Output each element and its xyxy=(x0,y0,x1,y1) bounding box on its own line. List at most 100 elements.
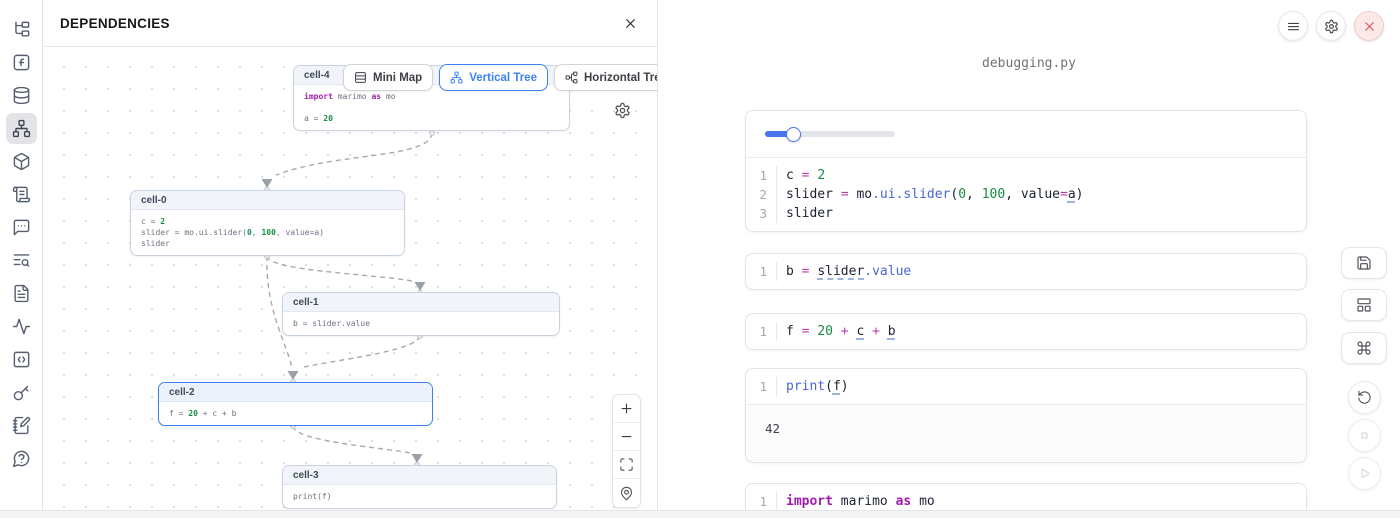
line-numbers: 1 xyxy=(746,322,777,341)
dependencies-icon xyxy=(12,119,31,138)
sidebar-item-dependencies[interactable] xyxy=(6,113,37,144)
sidebar-item-documentation[interactable] xyxy=(6,278,37,309)
notebook-filename: debugging.py xyxy=(658,56,1400,71)
code-editor[interactable]: 1f = 20 + c + b xyxy=(746,314,1306,349)
node-title: cell-3 xyxy=(283,466,556,485)
explorer-icon xyxy=(12,20,31,39)
close-panel-button[interactable] xyxy=(619,12,641,34)
node-code: c = 2slider = mo.ui.slider(0, 100, value… xyxy=(131,210,404,255)
graph-settings-button[interactable] xyxy=(614,100,634,120)
code-lines: c = 2slider = mo.ui.slider(0, 100, value… xyxy=(777,166,1083,223)
logs-icon xyxy=(12,185,31,204)
snippets-icon xyxy=(12,350,31,369)
sidebar-item-chat[interactable] xyxy=(6,212,37,243)
dependency-graph-canvas[interactable]: Mini MapVertical TreeHorizontal Tree cel… xyxy=(44,47,657,518)
node-title: cell-1 xyxy=(283,293,559,312)
graph-zoom-controls xyxy=(612,394,641,508)
sidebar-item-explorer[interactable] xyxy=(6,14,37,45)
gear-icon xyxy=(1324,19,1339,34)
bottom-statusbar xyxy=(0,510,1400,518)
node-title: cell-2 xyxy=(159,383,432,402)
cell-output-area xyxy=(746,111,1306,158)
view-button-vertical-tree[interactable]: Vertical Tree xyxy=(439,64,548,91)
center-node-icon xyxy=(619,486,634,501)
tracing-icon xyxy=(12,317,31,336)
outline-search-icon xyxy=(12,251,31,270)
zoom-in-icon xyxy=(619,401,634,416)
save-button[interactable] xyxy=(1341,247,1387,279)
stop-button[interactable] xyxy=(1348,419,1381,452)
node-code: print(f) xyxy=(283,485,556,508)
marimo-app: DEPENDENCIES Mini MapVertical TreeHorizo… xyxy=(0,0,1400,518)
zoom-in-button[interactable] xyxy=(613,395,640,423)
undo-button[interactable] xyxy=(1348,381,1381,414)
code-editor[interactable]: 1print(f) xyxy=(746,369,1306,404)
chat-icon xyxy=(12,218,31,237)
sidebar-item-packages[interactable] xyxy=(6,146,37,177)
view-button-horizontal-tree[interactable]: Horizontal Tree xyxy=(554,64,657,91)
sidebar-item-scratchpad[interactable] xyxy=(6,410,37,441)
undo-icon xyxy=(1357,390,1372,405)
notebook-panel: debugging.py 123c = 2slider = mo.ui.slid… xyxy=(657,0,1400,518)
graph-view-switcher: Mini MapVertical TreeHorizontal Tree xyxy=(343,64,657,91)
code-editor[interactable]: 123c = 2slider = mo.ui.slider(0, 100, va… xyxy=(746,158,1306,231)
gear-icon xyxy=(614,102,634,119)
sidebar-item-secrets[interactable] xyxy=(6,377,37,408)
floppy-icon xyxy=(1356,255,1372,271)
fit-view-icon xyxy=(619,457,634,472)
notebook-settings-button[interactable] xyxy=(1316,11,1346,41)
helper-sidebar xyxy=(0,0,43,518)
sidebar-item-variables[interactable] xyxy=(6,47,37,78)
sidebar-item-datasources[interactable] xyxy=(6,80,37,111)
node-title: cell-0 xyxy=(131,191,404,210)
node-code: import marimo as mo a = 20 xyxy=(294,85,569,130)
layout-button[interactable] xyxy=(1341,289,1387,321)
stopsq-icon xyxy=(1357,428,1372,443)
help-icon xyxy=(12,449,31,468)
panels-icon xyxy=(1356,297,1372,313)
sidebar-item-snippets[interactable] xyxy=(6,344,37,375)
center-node-button[interactable] xyxy=(613,479,640,507)
notebook-menu-button[interactable] xyxy=(1278,11,1308,41)
node-code: b = slider.value xyxy=(283,312,559,335)
code-editor[interactable]: 1b = slider.value xyxy=(746,254,1306,289)
line-numbers: 123 xyxy=(746,166,777,223)
close-icon xyxy=(623,16,638,31)
documentation-icon xyxy=(12,284,31,303)
sidebar-item-tracing[interactable] xyxy=(6,311,37,342)
variables-icon xyxy=(12,53,31,72)
network-icon xyxy=(450,71,463,84)
graph-node-cell-0[interactable]: cell-0c = 2slider = mo.ui.slider(0, 100,… xyxy=(130,190,405,256)
zoom-out-icon xyxy=(619,429,634,444)
notebook-cell-print-cell: 1print(f)42 xyxy=(745,368,1307,463)
run-button[interactable] xyxy=(1348,457,1381,490)
graph-node-cell-3[interactable]: cell-3print(f) xyxy=(282,465,557,509)
sidebar-item-logs[interactable] xyxy=(6,179,37,210)
rows-icon xyxy=(354,71,367,84)
graph-node-cell-1[interactable]: cell-1b = slider.value xyxy=(282,292,560,336)
notebook-cell-f-cell: 1f = 20 + c + b xyxy=(745,313,1307,350)
code-lines: print(f) xyxy=(777,377,849,396)
graph-node-cell-2[interactable]: cell-2f = 20 + c + b xyxy=(158,382,433,426)
zoom-out-button[interactable] xyxy=(613,423,640,451)
scratchpad-icon xyxy=(12,416,31,435)
packages-icon xyxy=(12,152,31,171)
x-icon xyxy=(1362,19,1377,34)
dependencies-header: DEPENDENCIES xyxy=(44,0,657,47)
shutdown-button[interactable] xyxy=(1354,11,1384,41)
node-code: f = 20 + c + b xyxy=(159,402,432,425)
code-lines: f = 20 + c + b xyxy=(777,322,896,341)
sidebar-item-help[interactable] xyxy=(6,443,37,474)
view-button-mini-map[interactable]: Mini Map xyxy=(343,64,433,91)
menu-icon xyxy=(1286,19,1301,34)
datasources-icon xyxy=(12,86,31,105)
console-output: 42 xyxy=(746,404,1306,462)
line-numbers: 1 xyxy=(746,377,777,396)
slider-thumb[interactable] xyxy=(786,127,801,142)
command-icon xyxy=(1356,340,1372,356)
line-numbers: 1 xyxy=(746,262,777,281)
fit-view-button[interactable] xyxy=(613,451,640,479)
commands-button[interactable] xyxy=(1341,332,1387,364)
slider-widget[interactable] xyxy=(765,131,895,137)
sidebar-item-outline-search[interactable] xyxy=(6,245,37,276)
